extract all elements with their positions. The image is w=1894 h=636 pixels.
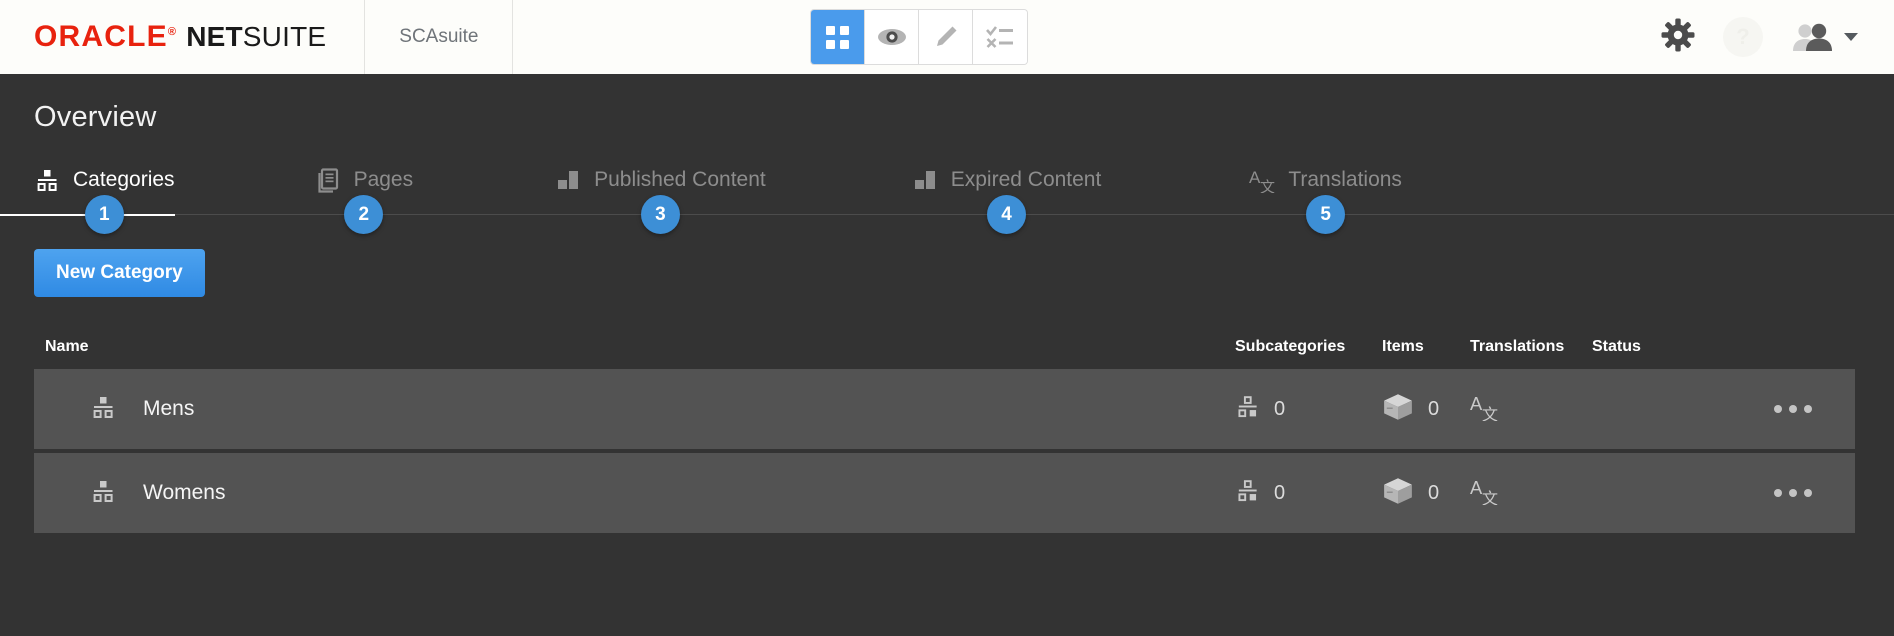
blocks-icon (558, 171, 579, 189)
cell-items: 0 (1382, 475, 1470, 512)
cell-name: Mens (45, 394, 1235, 425)
tab-label: Categories (73, 168, 175, 191)
preview-button[interactable] (865, 10, 919, 64)
table-header-row: Name Subcategories Items Translations St… (34, 325, 1855, 369)
grid-icon (826, 25, 849, 49)
translate-icon: A 文 (1470, 477, 1498, 508)
pencil-icon (936, 26, 956, 46)
pages-icon (317, 168, 338, 193)
box-icon (1384, 393, 1412, 420)
netsuite-net-text: NET (186, 21, 243, 52)
column-header-items: Items (1382, 338, 1424, 355)
box-icon (1384, 477, 1412, 504)
category-name: Womens (143, 481, 226, 504)
column-header-status: Status (1592, 338, 1641, 355)
sitemap-icon (37, 170, 57, 191)
subcategories-count: 0 (1274, 481, 1286, 504)
tab-badge-3[interactable]: 3 (640, 195, 680, 234)
tab-badge-2[interactable]: 2 (344, 195, 384, 234)
translate-icon: A 文 (1470, 393, 1498, 424)
tab-label: Pages (353, 168, 414, 191)
grid-view-button[interactable] (811, 10, 865, 64)
box-icon (1382, 475, 1414, 512)
oracle-wordmark: ORACLE® (34, 20, 178, 53)
gear-icon (1661, 18, 1695, 51)
translate-icon: A 文 (1249, 167, 1275, 196)
table-row[interactable]: Womens 0 0 A 文 (34, 453, 1855, 533)
box-icon (1382, 391, 1414, 428)
sitemap-icon (34, 167, 60, 193)
pages-icon (315, 167, 341, 193)
tab-step-badges: 1 2 3 4 5 (34, 195, 1894, 235)
more-options-icon[interactable] (1774, 489, 1812, 497)
categories-table: Name Subcategories Items Translations St… (34, 325, 1855, 533)
netsuite-logo: ORACLE® NET SUITE (0, 0, 364, 74)
sitemap-icon (90, 394, 116, 425)
blocks-icon (914, 171, 935, 189)
header-actions: ? (1661, 0, 1866, 74)
users-icon (1793, 23, 1832, 51)
tasks-button[interactable] (973, 10, 1027, 64)
tab-label: Expired Content (950, 168, 1102, 191)
new-category-button[interactable]: New Category (34, 249, 205, 297)
cell-translations: A 文 (1470, 477, 1592, 510)
subcategories-count: 0 (1274, 397, 1286, 420)
items-count: 0 (1428, 481, 1440, 504)
sitemap-icon (1238, 480, 1257, 502)
account-name[interactable]: SCAsuite (365, 0, 512, 74)
cell-subcategories: 0 (1235, 478, 1382, 508)
table-row[interactable]: Mens 0 0 A 文 (34, 369, 1855, 449)
tab-label: Translations (1288, 168, 1402, 191)
items-count: 0 (1428, 397, 1440, 420)
eye-icon (877, 29, 906, 45)
registered-mark: ® (167, 26, 178, 38)
translate-icon: A 文 (1470, 393, 1498, 426)
more-options-icon[interactable] (1774, 405, 1812, 413)
translate-icon: A 文 (1249, 168, 1275, 196)
translate-icon: A 文 (1470, 477, 1498, 510)
svg-text:文: 文 (1482, 404, 1498, 420)
user-menu-button[interactable] (1791, 22, 1866, 52)
sitemap-icon (93, 396, 113, 418)
cell-translations: A 文 (1470, 393, 1592, 426)
cell-name: Womens (45, 478, 1235, 509)
sitemap-icon (1235, 478, 1260, 508)
view-mode-toolbar (811, 10, 1027, 64)
category-name: Mens (143, 397, 195, 420)
netsuite-suite-text: SUITE (242, 21, 327, 52)
column-header-translations: Translations (1470, 338, 1565, 355)
column-header-name: Name (45, 338, 89, 355)
sitemap-icon (1235, 394, 1260, 424)
tab-label: Published Content (594, 168, 766, 191)
sitemap-icon (90, 478, 116, 509)
column-header-subcategories: Subcategories (1235, 338, 1346, 355)
svg-text:文: 文 (1260, 178, 1275, 193)
table-body: Mens 0 0 A 文 Womens 0 0 A 文 (34, 369, 1855, 533)
svg-text:文: 文 (1482, 488, 1498, 504)
help-button[interactable]: ? (1723, 17, 1763, 57)
tab-badge-1[interactable]: 1 (84, 195, 124, 234)
header-divider-right (512, 0, 514, 74)
chevron-down-icon (1844, 33, 1858, 41)
tab-bar: Categories Pages Published Content Expir… (0, 159, 1894, 234)
sitemap-icon (1238, 396, 1257, 418)
help-icon: ? (1736, 24, 1750, 49)
edit-button[interactable] (919, 10, 973, 64)
page-title: Overview (34, 101, 157, 133)
tab-badge-5[interactable]: 5 (1306, 195, 1346, 234)
cell-subcategories: 0 (1235, 394, 1382, 424)
page-body: Overview Categories Pages Published Cont… (0, 74, 1894, 533)
cell-items: 0 (1382, 391, 1470, 428)
top-bar: ORACLE® NET SUITE SCAsuite ? (0, 0, 1894, 74)
blocks-icon (555, 167, 581, 193)
settings-button[interactable] (1661, 18, 1695, 57)
checklist-icon (986, 26, 1013, 48)
tab-badge-4[interactable]: 4 (987, 195, 1027, 234)
sitemap-icon (93, 480, 113, 502)
blocks-icon (912, 167, 938, 193)
